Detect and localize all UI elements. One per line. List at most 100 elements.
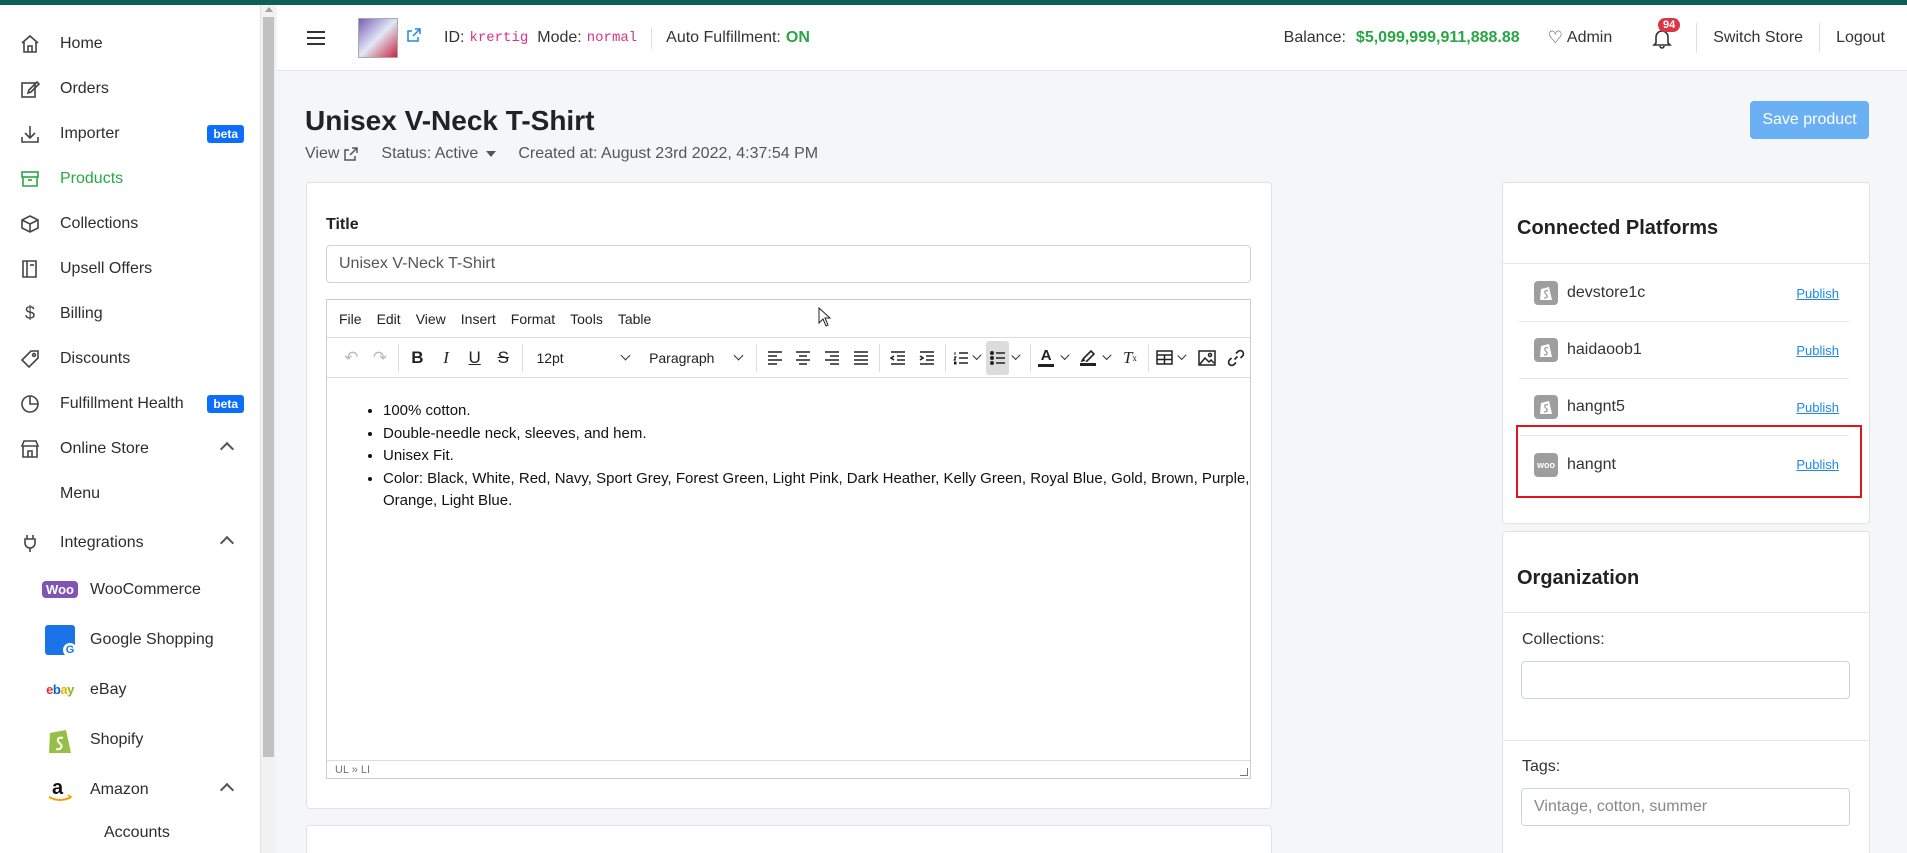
font-size-select[interactable]: 12pt	[526, 341, 639, 375]
admin-menu[interactable]: ♡ Admin	[1536, 28, 1629, 48]
outdent-icon[interactable]	[884, 341, 913, 375]
tags-input[interactable]: Vintage, cotton, summer	[1521, 788, 1850, 826]
text-color-icon[interactable]: A	[1034, 341, 1058, 375]
chevron-up-icon[interactable]	[219, 441, 235, 457]
toolbar-divider	[755, 343, 757, 372]
align-right-icon[interactable]	[818, 341, 847, 375]
chevron-up-icon[interactable]	[219, 535, 235, 551]
title-input[interactable]: Unisex V-Neck T-Shirt	[326, 245, 1251, 283]
plug-icon	[18, 531, 42, 555]
caret-down-icon	[486, 151, 497, 157]
sidebar-item-importer[interactable]: Importer beta	[0, 111, 260, 156]
list-item: Unisex Fit.	[383, 445, 1250, 468]
sidebar-item-orders[interactable]: Orders	[0, 66, 260, 111]
sidebar-item-online-store[interactable]: Online Store	[0, 426, 260, 471]
chevron-up-icon[interactable]	[219, 782, 235, 798]
undo-icon[interactable]: ↶	[337, 341, 366, 375]
sidebar-item-label: Billing	[60, 304, 103, 322]
beta-badge: beta	[207, 395, 244, 413]
sidebar-item-billing[interactable]: $ Billing	[0, 291, 260, 336]
strikethrough-icon[interactable]: S	[489, 341, 518, 375]
sidebar-item-discounts[interactable]: Discounts	[0, 336, 260, 381]
shopify-icon	[1534, 395, 1558, 419]
editor-resize-handle[interactable]	[1240, 768, 1248, 776]
align-justify-icon[interactable]	[846, 341, 875, 375]
chevron-down-icon[interactable]	[1177, 350, 1187, 361]
editor-menu-table[interactable]: Table	[618, 311, 651, 327]
table-icon[interactable]	[1153, 341, 1177, 375]
platform-row: devstore1c Publish	[1519, 265, 1849, 322]
external-link-icon[interactable]	[406, 27, 422, 48]
status-label: Status: Active	[381, 145, 479, 162]
editor-menu-format[interactable]: Format	[511, 311, 555, 327]
editor-content[interactable]: 100% cotton. Double-needle neck, sleeves…	[327, 380, 1250, 760]
publish-button[interactable]: Publish	[1796, 457, 1839, 472]
switch-store-button[interactable]: Switch Store	[1697, 29, 1819, 47]
numbered-list-icon[interactable]	[950, 341, 972, 375]
platform-name: hangnt	[1567, 455, 1616, 473]
insert-image-icon[interactable]	[1193, 341, 1222, 375]
chevron-down-icon[interactable]	[1060, 350, 1070, 361]
collections-input[interactable]	[1521, 661, 1850, 699]
scrollbar-thumb[interactable]	[263, 17, 274, 757]
view-product-link[interactable]: View	[305, 145, 359, 163]
block-format-select[interactable]: Paragraph	[639, 341, 752, 375]
indent-icon[interactable]	[913, 341, 942, 375]
highlight-color-icon[interactable]	[1076, 341, 1100, 375]
external-link-icon	[344, 147, 359, 161]
sidebar-item-ebay[interactable]: ebay eBay	[0, 667, 260, 712]
scroll-up-arrow-icon[interactable]	[265, 7, 273, 12]
align-center-icon[interactable]	[789, 341, 818, 375]
bold-icon[interactable]: B	[403, 341, 432, 375]
sidebar-item-accounts[interactable]: Accounts	[0, 810, 260, 853]
sidebar-item-home[interactable]: Home	[0, 21, 260, 66]
sidebar-item-upsell-offers[interactable]: Upsell Offers	[0, 246, 260, 291]
align-left-icon[interactable]	[761, 341, 790, 375]
sidebar-item-fulfillment-health[interactable]: Fulfillment Health beta	[0, 381, 260, 426]
publish-button[interactable]: Publish	[1796, 343, 1839, 358]
store-logo	[358, 17, 398, 58]
publish-button[interactable]: Publish	[1796, 400, 1839, 415]
chevron-down-icon	[733, 350, 744, 361]
sidebar-item-label: Fulfillment Health	[60, 394, 184, 412]
editor-menu-edit[interactable]: Edit	[377, 311, 401, 327]
chevron-down-icon[interactable]	[972, 350, 982, 361]
divider	[1503, 612, 1869, 613]
sidebar-item-products[interactable]: Products	[0, 156, 260, 201]
archive-icon	[18, 167, 42, 191]
sidebar-item-amazon[interactable]: a Amazon	[0, 767, 260, 812]
sidebar-item-woocommerce[interactable]: Woo WooCommerce	[0, 567, 260, 612]
divider	[1503, 740, 1869, 741]
editor-menu-file[interactable]: File	[339, 311, 362, 327]
sidebar-item-shopify[interactable]: Shopify	[0, 717, 260, 762]
save-product-button[interactable]: Save product	[1750, 101, 1869, 139]
chevron-down-icon[interactable]	[1101, 350, 1112, 361]
sidebar-scrollbar[interactable]	[260, 5, 276, 853]
redo-icon[interactable]: ↷	[366, 341, 395, 375]
menu-toggle-icon[interactable]	[307, 30, 325, 45]
admin-label: Admin	[1566, 29, 1613, 46]
sidebar-item-label: Menu	[60, 484, 101, 502]
sidebar-item-menu[interactable]: Menu	[0, 471, 260, 516]
toolbar-divider	[945, 343, 946, 372]
sidebar-item-label: Amazon	[90, 780, 149, 798]
editor-menu-insert[interactable]: Insert	[461, 311, 496, 327]
bullet-list-icon[interactable]	[985, 340, 1010, 375]
editor-menu-tools[interactable]: Tools	[570, 311, 603, 327]
editor-toolbar: ↶ ↷ B I U S 12pt Paragraph A T x	[327, 338, 1250, 378]
sidebar-item-label: Collections	[60, 214, 139, 232]
sidebar-item-google-shopping[interactable]: G Google Shopping	[0, 617, 260, 662]
underline-icon[interactable]: U	[460, 341, 489, 375]
status-dropdown[interactable]: Status: Active	[381, 145, 497, 163]
logout-button[interactable]: Logout	[1820, 29, 1907, 47]
sidebar-item-label: Accounts	[104, 823, 170, 841]
insert-link-icon[interactable]	[1221, 341, 1250, 375]
sidebar-item-integrations[interactable]: Integrations	[0, 520, 260, 565]
publish-button[interactable]: Publish	[1796, 286, 1839, 301]
italic-icon[interactable]: I	[432, 341, 461, 375]
editor-menu-view[interactable]: View	[416, 311, 446, 327]
clear-formatting-icon[interactable]: Tx	[1116, 341, 1145, 375]
sidebar-item-collections[interactable]: Collections	[0, 201, 260, 246]
chevron-down-icon[interactable]	[1011, 350, 1022, 361]
notifications-button[interactable]: 94	[1642, 18, 1682, 58]
